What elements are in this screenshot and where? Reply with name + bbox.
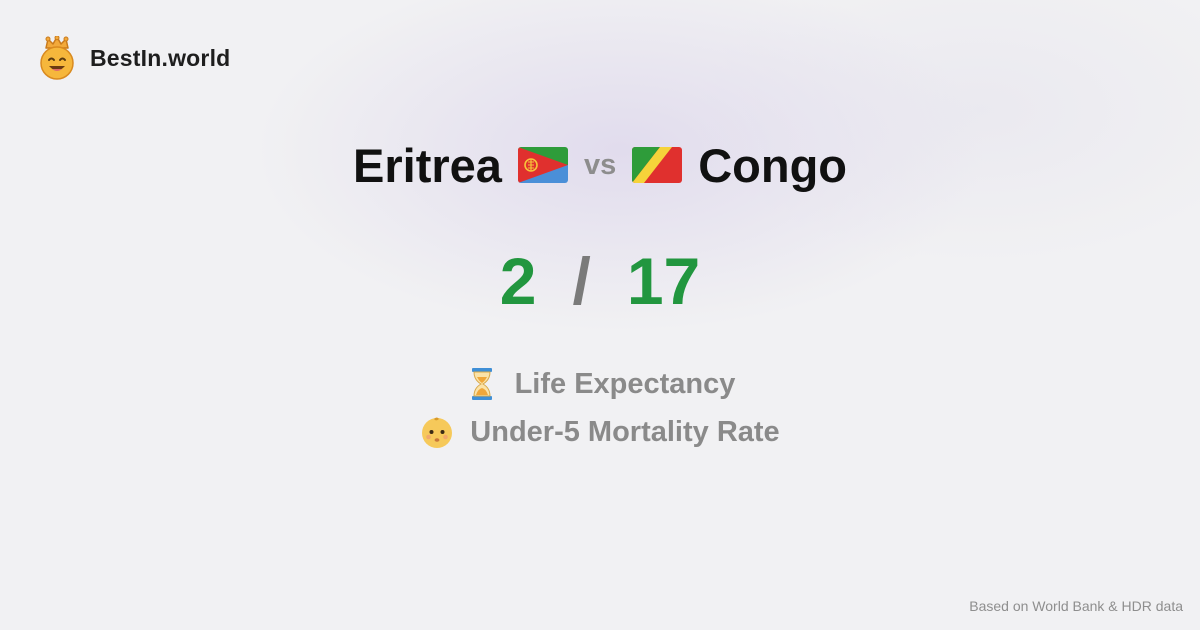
metric-label: Life Expectancy [514, 367, 736, 400]
metrics-list: Life Expectancy Under-5 Mortality Rate [0, 360, 1200, 456]
eritrea-flag-icon [517, 147, 568, 183]
hourglass-icon [471, 368, 492, 400]
metric-label: Under-5 Mortality Rate [470, 415, 780, 448]
crown-smiley-icon [40, 36, 74, 80]
score: 2 / 17 [0, 240, 1200, 322]
data-source-note: Based on World Bank & HDR data [969, 598, 1183, 614]
brand-name: BestIn.world [90, 44, 231, 71]
score-left: 2 [499, 244, 537, 318]
metric-under5-mortality: Under-5 Mortality Rate [0, 408, 1200, 456]
score-right: 17 [626, 244, 701, 318]
country-left-name: Eritrea [353, 138, 502, 192]
metric-life-expectancy: Life Expectancy [0, 360, 1200, 408]
comparison-headline: Eritrea vs Congo [0, 130, 1200, 200]
baby-face-icon [422, 417, 453, 448]
score-separator: / [572, 244, 591, 318]
vs-label: vs [583, 148, 617, 181]
country-right-name: Congo [698, 138, 847, 192]
brand[interactable]: BestIn.world [38, 36, 230, 80]
congo-flag-icon [632, 147, 683, 183]
